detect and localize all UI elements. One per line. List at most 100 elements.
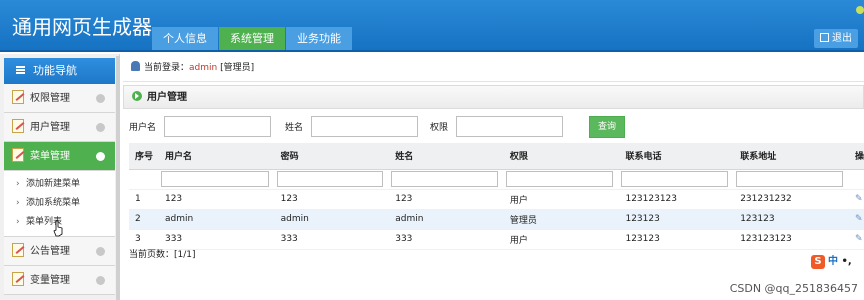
name-search-input[interactable] <box>311 116 419 137</box>
chevron-right-icon <box>96 94 105 103</box>
sidebar-item-announcements[interactable]: 公告管理 <box>4 237 115 266</box>
chevron-down-icon <box>96 152 105 161</box>
page-indicator: 当前页数：[1/1] <box>129 250 196 260</box>
cell-index: 3 <box>129 229 159 250</box>
login-role: [管理员] <box>220 63 255 73</box>
filter-cell <box>389 169 504 190</box>
username-label: 用户名 <box>129 123 157 133</box>
cell-index: 2 <box>129 209 159 230</box>
sogou-ime-icon: S <box>811 255 825 269</box>
filter-cell <box>158 169 275 190</box>
col-header-operation[interactable]: 操 <box>848 143 864 170</box>
filter-cell <box>129 169 159 190</box>
logout-icon <box>820 33 829 42</box>
cell-operation[interactable]: ✎ <box>848 189 864 210</box>
cell-phone: 123123 <box>619 229 735 250</box>
table-header-row: 序号 用户名 密码 姓名 权限 联系电话 联系地址 操 <box>129 143 864 170</box>
cell-username: 123 <box>158 189 275 210</box>
col-header-permission[interactable]: 权限 <box>503 143 620 170</box>
sidebar-item-label: 权限管理 <box>30 93 70 104</box>
cell-operation[interactable]: ✎ <box>848 209 864 230</box>
sidebar-item-permissions[interactable]: 权限管理 <box>4 84 115 113</box>
submenu-add-system-menu[interactable]: 添加系统菜单 <box>16 194 115 213</box>
logout-button[interactable]: 退出 <box>814 29 858 48</box>
search-button[interactable]: 查询 <box>589 115 626 138</box>
sidebar-item-variables[interactable]: 变量管理 <box>4 266 115 295</box>
edit-document-icon <box>12 119 24 133</box>
edit-document-icon <box>12 148 24 162</box>
col-header-address[interactable]: 联系地址 <box>734 143 849 170</box>
table-row[interactable]: 2 admin admin admin 管理员 123123 123123 ✎ <box>129 209 864 230</box>
search-form: 用户名 姓名 权限 查询 <box>123 109 864 144</box>
filter-cell <box>274 169 390 190</box>
play-circle-icon <box>132 91 142 101</box>
watermark: CSDN @qq_251836457 <box>729 282 858 295</box>
name-label: 姓名 <box>285 123 304 133</box>
sidebar-item-label: 公告管理 <box>30 246 70 257</box>
sidebar-item-label: 菜单管理 <box>30 151 70 162</box>
filter-phone-input[interactable] <box>621 171 729 187</box>
col-header-password[interactable]: 密码 <box>274 143 390 170</box>
filter-cell <box>734 169 849 190</box>
col-header-phone[interactable]: 联系电话 <box>619 143 735 170</box>
edit-document-icon <box>12 90 24 104</box>
panel-header: 用户管理 <box>123 85 864 109</box>
table-row[interactable]: 3 333 333 333 用户 123123 123123123 ✎ <box>129 229 864 250</box>
cell-phone: 123123123 <box>619 189 735 210</box>
col-header-index[interactable]: 序号 <box>129 143 159 170</box>
col-header-username[interactable]: 用户名 <box>158 143 275 170</box>
login-prefix: 当前登录： <box>144 63 190 73</box>
sidebar-item-users[interactable]: 用户管理 <box>4 113 115 142</box>
cell-operation[interactable]: ✎ <box>848 229 864 250</box>
tab-business-functions[interactable]: 业务功能 <box>286 27 352 50</box>
user-icon <box>131 61 140 71</box>
logout-label: 退出 <box>832 33 852 44</box>
filter-address-input[interactable] <box>736 171 843 187</box>
cell-username: admin <box>158 209 275 230</box>
ime-mode: 中 <box>828 256 838 267</box>
ime-punctuation: •, <box>841 256 852 267</box>
sidebar-item-menus[interactable]: 菜单管理 <box>4 142 115 171</box>
top-nav-tabs: 个人信息 系统管理 业务功能 <box>152 27 353 50</box>
username-search-input[interactable] <box>164 116 272 137</box>
filter-cell <box>848 169 864 190</box>
sidebar: 功能导航 权限管理 用户管理 菜单管理 添加新建菜单 添加系统菜单 菜单列表 公… <box>0 54 120 300</box>
main-content: 当前登录：admin [管理员] 用户管理 用户名 姓名 权限 查询 序号 用户… <box>123 54 864 300</box>
filter-cell <box>619 169 735 190</box>
ime-indicator[interactable]: S中 •, <box>811 254 852 270</box>
corner-decoration <box>856 6 864 14</box>
login-username: admin <box>189 63 218 73</box>
cell-password: admin <box>274 209 390 230</box>
cell-name: 123 <box>389 189 504 210</box>
table-row[interactable]: 1 123 123 123 用户 123123123 231231232 ✎ <box>129 189 864 210</box>
cell-permission: 用户 <box>503 229 620 250</box>
filter-password-input[interactable] <box>276 171 384 187</box>
chevron-right-icon <box>96 123 105 132</box>
submenu-menu-list[interactable]: 菜单列表 <box>16 213 115 232</box>
col-header-name[interactable]: 姓名 <box>389 143 504 170</box>
cell-name: 333 <box>389 229 504 250</box>
submenu-add-new-menu[interactable]: 添加新建菜单 <box>16 175 115 194</box>
users-table: 序号 用户名 密码 姓名 权限 联系电话 联系地址 操 1 123 123 12… <box>129 143 864 250</box>
sidebar-header: 功能导航 <box>4 58 115 84</box>
cell-username: 333 <box>158 229 275 250</box>
hand-cursor-icon <box>53 220 63 237</box>
filter-permission-input[interactable] <box>505 171 614 187</box>
edit-document-icon <box>12 243 24 257</box>
cell-password: 123 <box>274 189 390 210</box>
tab-personal-info[interactable]: 个人信息 <box>152 27 218 50</box>
permission-search-input[interactable] <box>456 116 564 137</box>
filter-name-input[interactable] <box>391 171 498 187</box>
sidebar-scrollbar[interactable] <box>116 56 120 300</box>
filter-username-input[interactable] <box>160 171 269 187</box>
cell-address: 123123 <box>734 209 849 230</box>
permission-label: 权限 <box>430 123 449 133</box>
edit-document-icon <box>12 272 24 286</box>
cell-permission: 用户 <box>503 189 620 210</box>
cell-phone: 123123 <box>619 209 735 230</box>
tab-system-management[interactable]: 系统管理 <box>219 27 285 50</box>
filter-cell <box>503 169 620 190</box>
cell-name: admin <box>389 209 504 230</box>
cell-password: 333 <box>274 229 390 250</box>
cell-permission: 管理员 <box>503 209 620 230</box>
